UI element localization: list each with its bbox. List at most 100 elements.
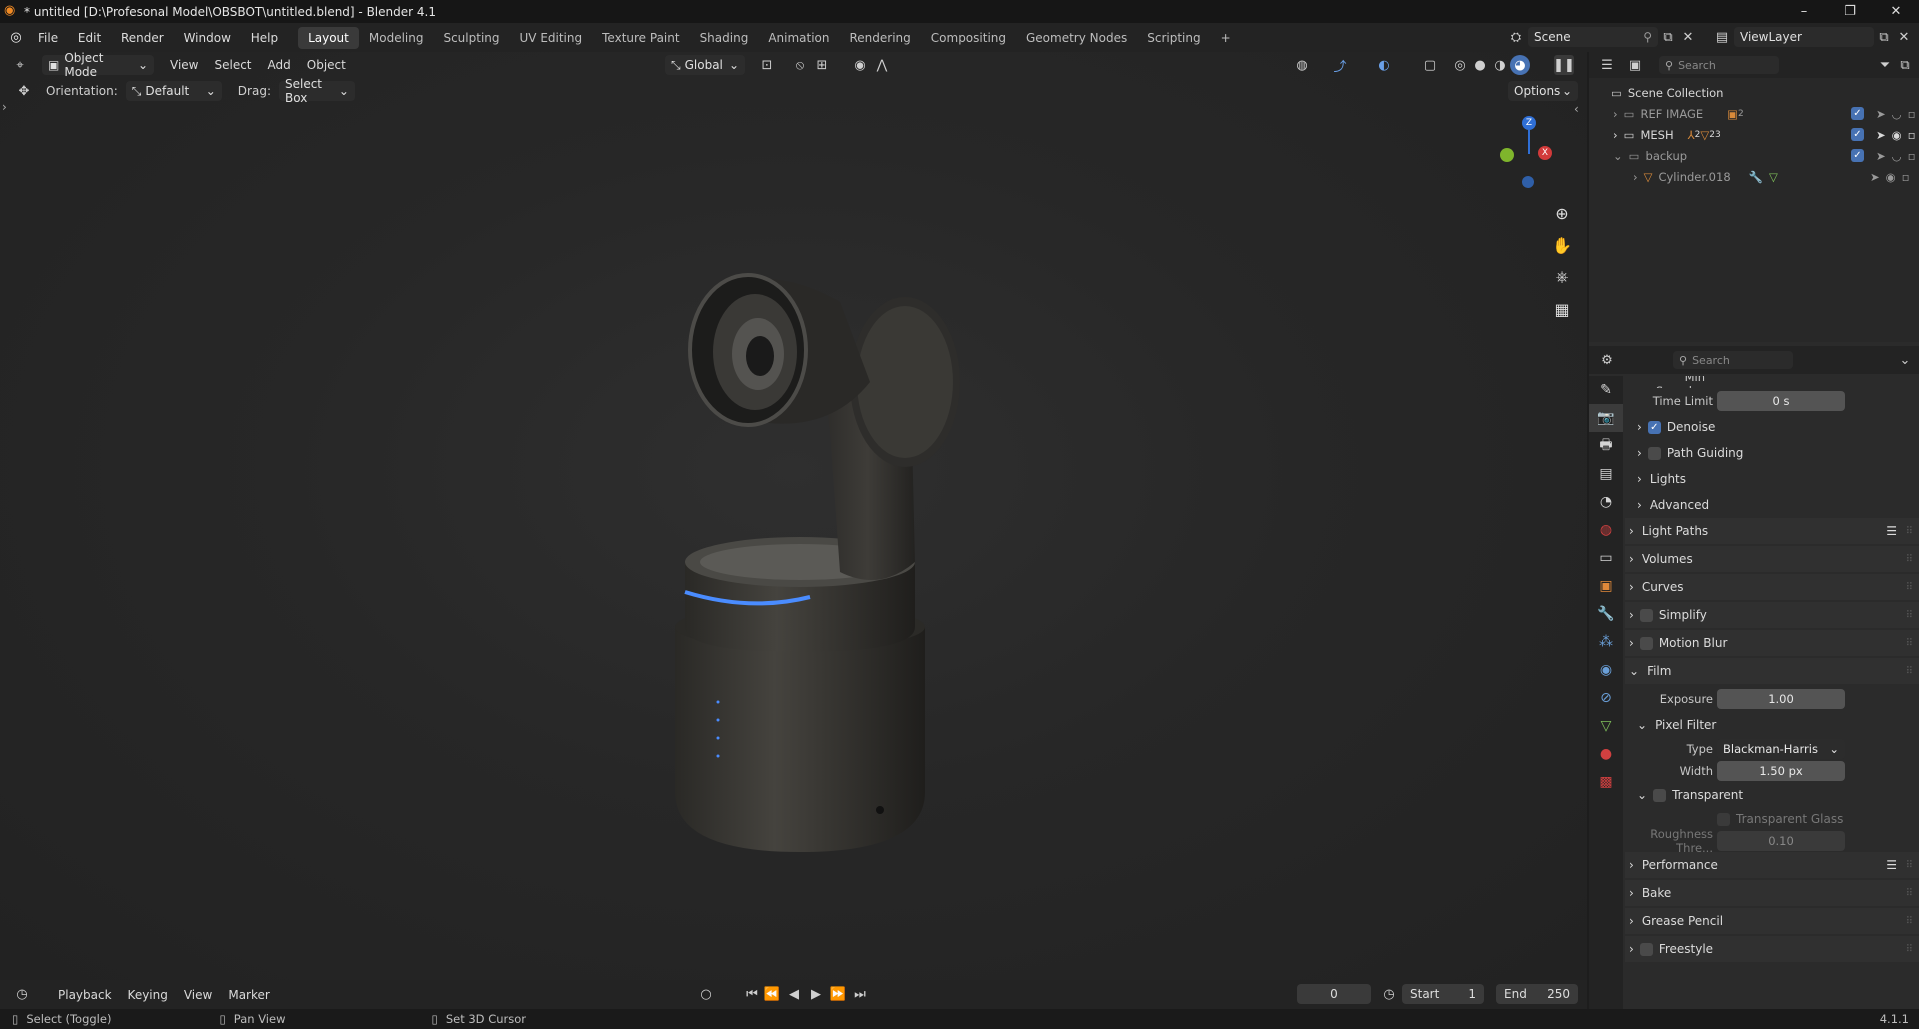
chevron-right-icon[interactable]: ›: [1629, 580, 1634, 594]
tab-compositing[interactable]: Compositing: [921, 27, 1016, 49]
new-scene-icon[interactable]: ⧉: [1658, 27, 1678, 47]
hide-icon[interactable]: ◡: [1892, 149, 1902, 163]
freestyle-panel[interactable]: › Freestyle ⠿: [1625, 936, 1919, 962]
transparent-glass-checkbox[interactable]: [1717, 812, 1730, 826]
start-frame-field[interactable]: Start 1: [1402, 984, 1484, 1004]
drag-handle-icon[interactable]: ⠿: [1906, 582, 1913, 593]
chevron-right-icon[interactable]: ›: [1637, 498, 1642, 512]
add-workspace-button[interactable]: +: [1211, 27, 1241, 49]
drag-dropdown[interactable]: Select Box ⌄: [278, 77, 355, 105]
filter-icon[interactable]: ⏷: [1875, 55, 1895, 75]
advanced-subpanel[interactable]: › Advanced: [1625, 492, 1919, 518]
menu-help[interactable]: Help: [243, 31, 286, 45]
transform-orientation-dropdown[interactable]: ⤡ Global ⌄: [665, 55, 745, 75]
snap-icon[interactable]: ⦸: [790, 55, 810, 75]
outliner-row-mesh[interactable]: › ▭ MESH ⅄ 2 ▽ 23 ✓ ➤ ◉ ▫: [1589, 124, 1919, 145]
time-limit-field[interactable]: 0 s: [1717, 391, 1845, 411]
modifier-tab-icon[interactable]: 🔧: [1589, 600, 1623, 628]
select-icon[interactable]: ➤: [1876, 149, 1886, 163]
outliner-row-cylinder[interactable]: › ▽ Cylinder.018 🔧 ▽ ➤ ◉ ▫: [1589, 166, 1919, 187]
drag-handle-icon[interactable]: ⠿: [1906, 666, 1913, 677]
viewport-menu-view[interactable]: View: [162, 58, 206, 72]
x-axis-handle[interactable]: X: [1538, 146, 1552, 160]
navigation-gizmo[interactable]: Z X: [1498, 114, 1568, 194]
new-collection-icon[interactable]: ⧉: [1895, 55, 1915, 75]
chevron-down-icon[interactable]: ⌄: [1637, 718, 1647, 732]
outliner-root[interactable]: ▭ Scene Collection: [1589, 82, 1919, 103]
width-field[interactable]: 1.50 px: [1717, 761, 1845, 781]
drag-handle-icon[interactable]: ⠿: [1906, 638, 1913, 649]
outliner-search[interactable]: ⚲ Search: [1659, 56, 1779, 74]
presets-icon[interactable]: ☰: [1886, 858, 1897, 872]
tab-texture-paint[interactable]: Texture Paint: [592, 27, 689, 49]
film-panel[interactable]: ⌄ Film ⠿: [1625, 658, 1919, 684]
blender-menu-icon[interactable]: ◎: [6, 28, 26, 48]
eye-icon[interactable]: ◉: [1886, 170, 1896, 184]
collection-tab-icon[interactable]: ▭: [1589, 544, 1623, 572]
chevron-right-icon[interactable]: ›: [1629, 636, 1634, 650]
drag-handle-icon[interactable]: ⠿: [1906, 526, 1913, 537]
lights-subpanel[interactable]: › Lights: [1625, 466, 1919, 492]
next-keyframe-icon[interactable]: ⏩: [828, 984, 848, 1004]
camera-icon[interactable]: ▫: [1902, 170, 1910, 184]
select-icon[interactable]: ➤: [1876, 128, 1886, 142]
filter-type-dropdown[interactable]: Blackman-Harris ⌄: [1717, 739, 1845, 759]
sidebar-toggle-icon[interactable]: ‹: [1574, 102, 1579, 116]
render-icon[interactable]: ▫: [1908, 107, 1916, 121]
pixel-filter-subpanel[interactable]: ⌄ Pixel Filter: [1625, 712, 1919, 738]
gizmo-toggle-icon[interactable]: ⤴: [1330, 55, 1350, 75]
motion-blur-panel[interactable]: › Motion Blur ⠿: [1625, 630, 1919, 656]
drag-handle-icon[interactable]: ⠿: [1906, 888, 1913, 899]
tab-uv-editing[interactable]: UV Editing: [510, 27, 593, 49]
transparent-subpanel[interactable]: ⌄ Transparent: [1625, 782, 1919, 808]
timeline-menu-playback[interactable]: Playback: [50, 988, 120, 1002]
light-paths-panel[interactable]: › Light Paths ☰ ⠿: [1625, 518, 1919, 544]
scene-icon[interactable]: ⛭: [1506, 27, 1526, 47]
constraints-tab-icon[interactable]: ⊘: [1589, 684, 1623, 712]
chevron-right-icon[interactable]: ›: [1637, 420, 1642, 434]
pan-hand-icon[interactable]: ✋: [1549, 232, 1575, 258]
pause-render-icon[interactable]: ❚❚: [1553, 55, 1575, 75]
scene-tab-icon[interactable]: ◔: [1589, 488, 1623, 516]
view-layer-tab-icon[interactable]: ▤: [1589, 460, 1623, 488]
display-mode-icon[interactable]: ▣: [1625, 55, 1645, 75]
z-axis-handle[interactable]: Z: [1522, 116, 1536, 130]
world-tab-icon[interactable]: ◍: [1589, 516, 1623, 544]
chevron-down-icon[interactable]: ⌄: [1637, 788, 1647, 802]
chevron-right-icon[interactable]: ›: [1613, 128, 1618, 142]
denoise-checkbox[interactable]: ✓: [1647, 420, 1661, 434]
toolbar-toggle-icon[interactable]: ›: [2, 100, 7, 114]
texture-tab-icon[interactable]: ▩: [1589, 768, 1623, 796]
menu-render[interactable]: Render: [113, 31, 172, 45]
proportional-edit-icon[interactable]: ◉: [850, 55, 870, 75]
object-tab-icon[interactable]: ▣: [1589, 572, 1623, 600]
prev-keyframe-icon[interactable]: ⏪: [762, 984, 782, 1004]
view-layer-selector[interactable]: ViewLayer: [1734, 27, 1874, 47]
options-dropdown[interactable]: Options ⌄: [1508, 81, 1578, 101]
rendered-shading-icon[interactable]: ◕: [1510, 55, 1530, 75]
outliner-row-ref-image[interactable]: › ▭ REF IMAGE ▣ 2 ✓ ➤ ◡ ▫: [1589, 103, 1919, 124]
properties-search[interactable]: ⚲ Search: [1673, 351, 1793, 369]
timeline-menu-marker[interactable]: Marker: [220, 988, 277, 1002]
output-tab-icon[interactable]: 🖶: [1589, 432, 1623, 460]
freestyle-checkbox[interactable]: [1639, 942, 1653, 956]
tab-modeling[interactable]: Modeling: [359, 27, 434, 49]
particles-tab-icon[interactable]: ⁂: [1589, 628, 1623, 656]
editor-type-icon[interactable]: ⌖: [10, 55, 30, 75]
chevron-right-icon[interactable]: ›: [1633, 170, 1638, 184]
view-layer-icon[interactable]: ▤: [1712, 27, 1732, 47]
tab-rendering[interactable]: Rendering: [840, 27, 921, 49]
select-icon[interactable]: ➤: [1870, 170, 1880, 184]
simplify-panel[interactable]: › Simplify ⠿: [1625, 602, 1919, 628]
solid-shading-icon[interactable]: ●: [1470, 55, 1490, 75]
wireframe-shading-icon[interactable]: ◎: [1450, 55, 1470, 75]
motion-blur-checkbox[interactable]: [1639, 636, 1653, 650]
preview-range-icon[interactable]: ◷: [1379, 984, 1399, 1004]
chevron-right-icon[interactable]: ›: [1629, 608, 1634, 622]
play-icon[interactable]: ▶: [806, 984, 826, 1004]
chevron-right-icon[interactable]: ›: [1637, 446, 1642, 460]
delete-view-layer-icon[interactable]: ✕: [1894, 27, 1914, 47]
eye-icon[interactable]: ◉: [1892, 128, 1902, 142]
jump-end-icon[interactable]: ⏭: [850, 984, 870, 1004]
data-tab-icon[interactable]: ▽: [1589, 712, 1623, 740]
